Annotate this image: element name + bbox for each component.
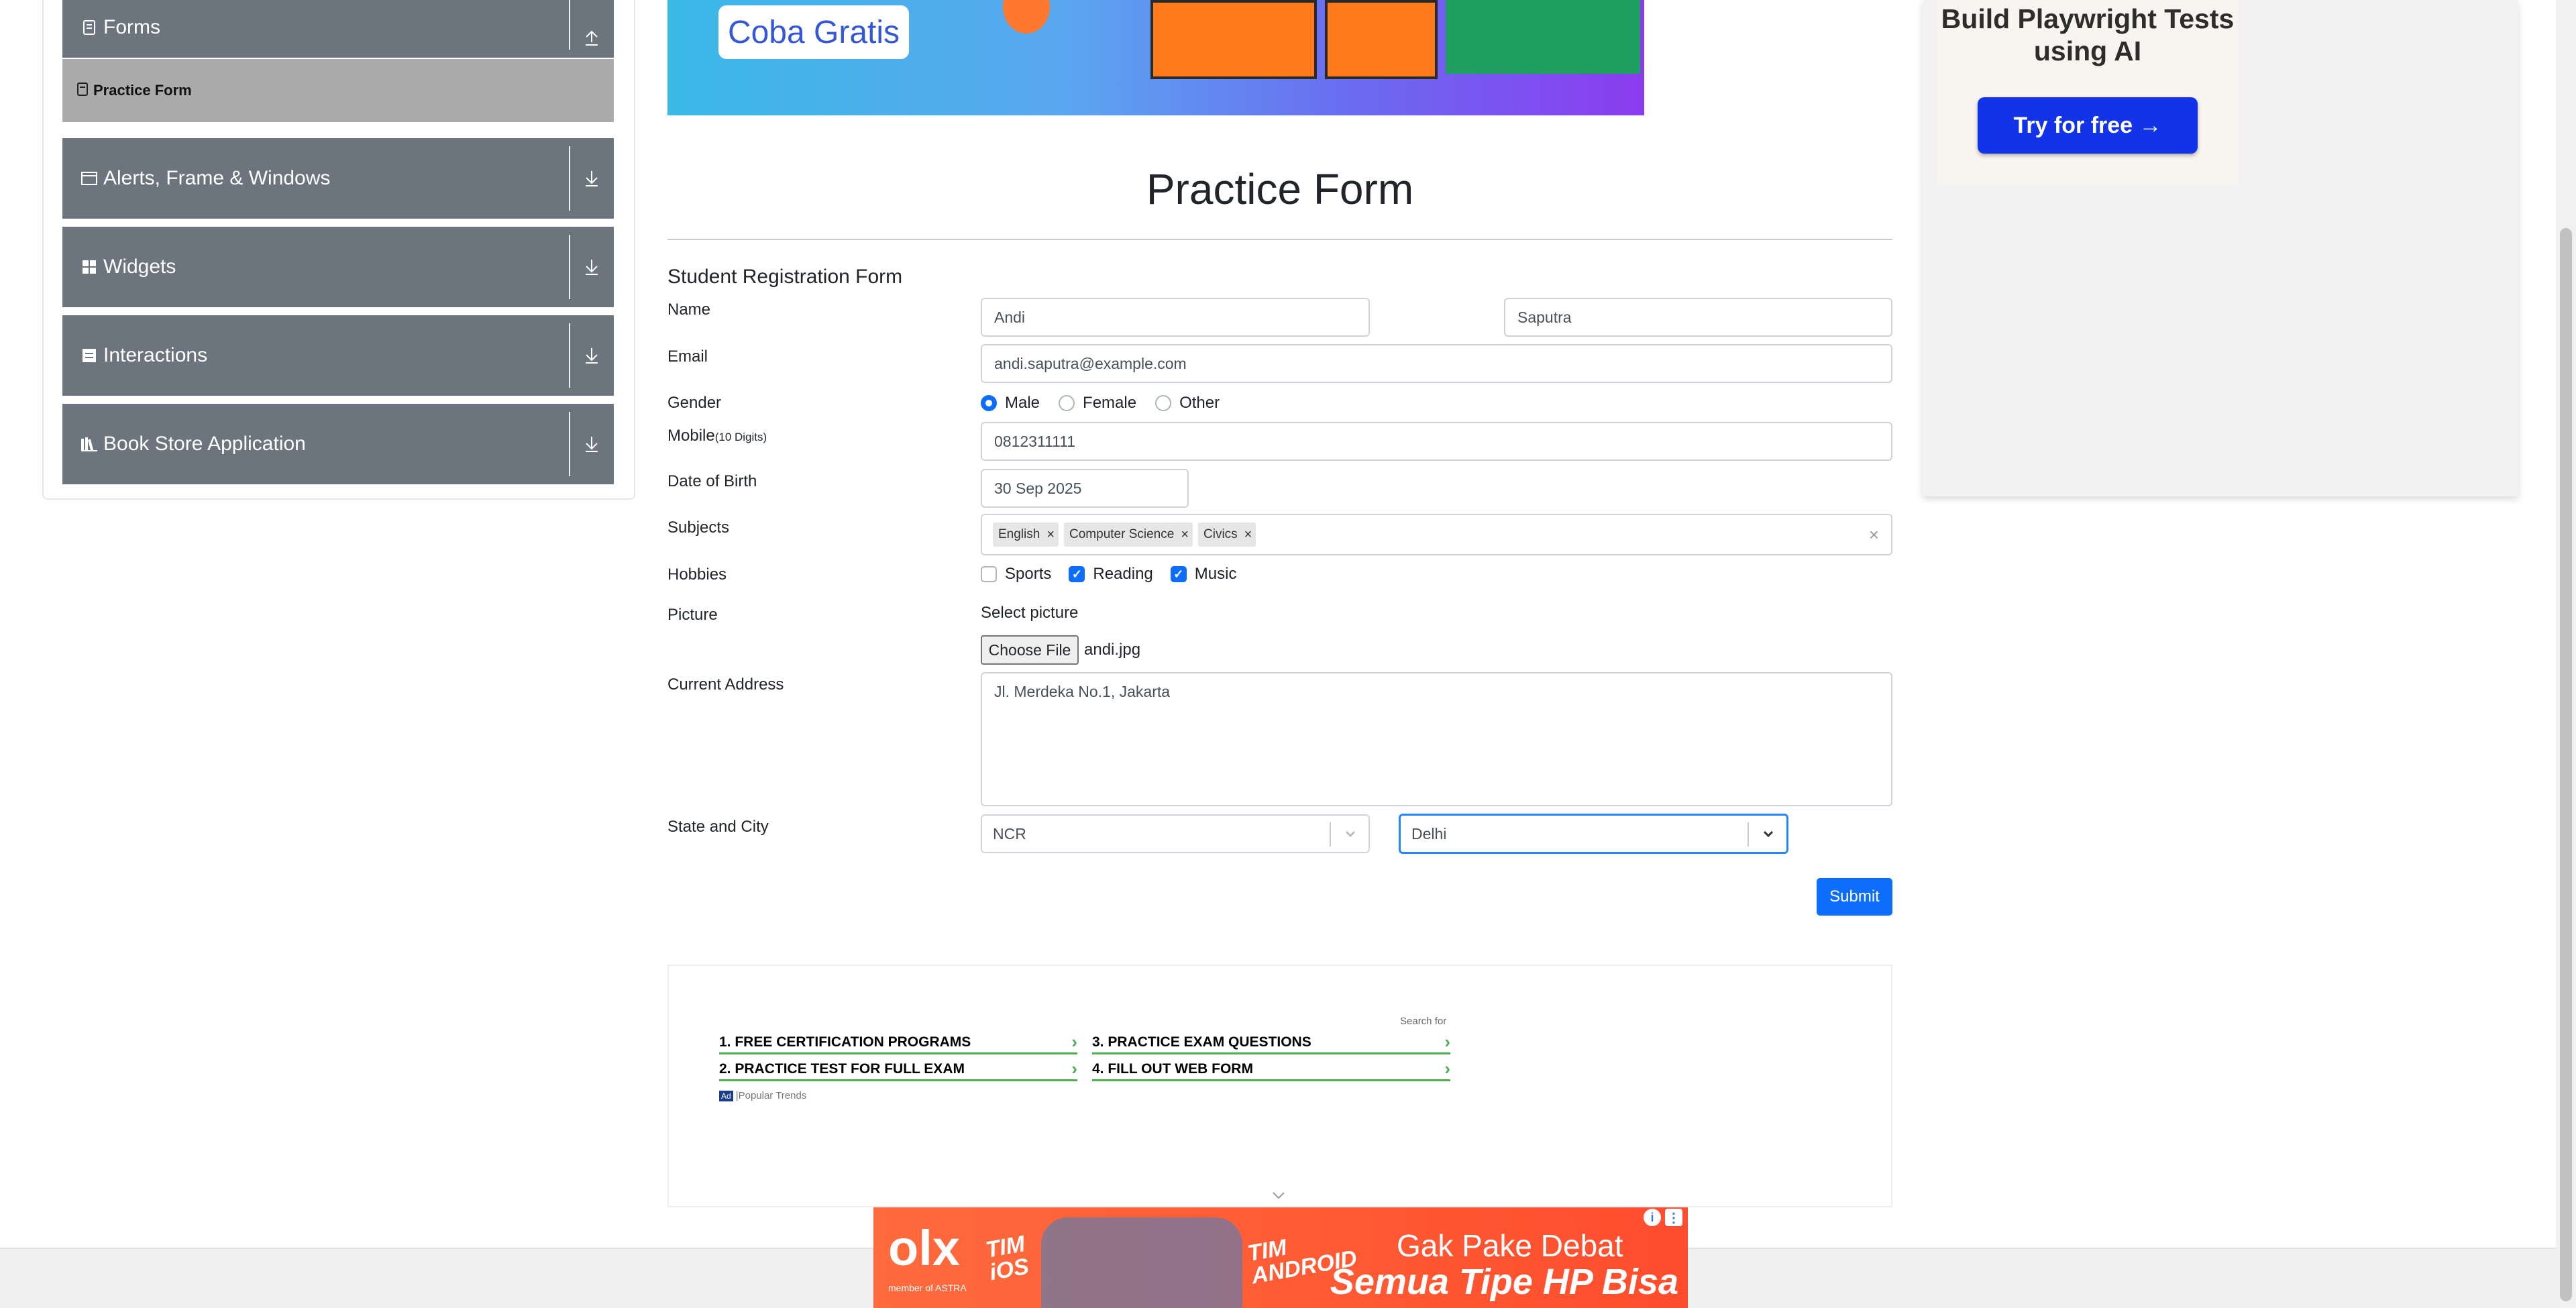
books-icon: [80, 435, 98, 453]
hobby-music-checkbox[interactable]: ✓ Music: [1170, 565, 1236, 584]
state-city-label: State and City: [667, 818, 769, 836]
subject-chip: English ×: [993, 523, 1059, 547]
remove-icon[interactable]: ×: [1244, 527, 1252, 543]
state-select[interactable]: NCR: [981, 814, 1370, 853]
first-name-input[interactable]: Andi: [981, 298, 1370, 337]
tim-ios-tag: TIM iOS: [983, 1231, 1031, 1286]
sidebar-group-label: Interactions: [103, 344, 208, 366]
window-icon: [80, 170, 98, 187]
last-name-input[interactable]: Saputra: [1504, 298, 1892, 337]
mobile-input[interactable]: 0812311111: [981, 422, 1892, 461]
sidebar-group-label: Widgets: [103, 256, 176, 278]
address-label: Current Address: [667, 675, 784, 694]
submit-button[interactable]: Submit: [1817, 878, 1892, 916]
chevron-down-icon: [1761, 826, 1776, 845]
mobile-label: Mobile(10 Digits): [667, 427, 767, 445]
chevron-down-icon[interactable]: [1271, 1191, 1286, 1203]
select-picture-label: Select picture: [981, 604, 1079, 622]
scrollbar-thumb[interactable]: [2560, 228, 2572, 1301]
sidebar-group-book-store[interactable]: Book Store Application: [62, 404, 614, 484]
dob-input[interactable]: 30 Sep 2025: [981, 469, 1189, 508]
ad-info-icon[interactable]: i: [1644, 1209, 1661, 1226]
clear-icon[interactable]: ×: [1869, 525, 1879, 545]
email-input[interactable]: andi.saputra@example.com: [981, 344, 1892, 383]
chevron-down-icon: [1343, 826, 1358, 845]
hobby-sports-checkbox[interactable]: Sports: [981, 565, 1051, 584]
sidebar-group-label: Forms: [103, 16, 160, 38]
remove-icon[interactable]: ×: [1181, 527, 1189, 543]
file-name: andi.jpg: [1084, 641, 1141, 659]
olx-subhead: Semua Tipe HP Bisa Didapat!: [1330, 1262, 1678, 1308]
ad-footer: Ad | Popular Trends: [719, 1090, 806, 1101]
gender-label: Gender: [667, 394, 722, 412]
ad-link[interactable]: 4. FILL OUT WEB FORM ›: [1092, 1058, 1450, 1081]
sidebar-group-alerts[interactable]: Alerts, Frame & Windows: [62, 138, 614, 219]
ad-link[interactable]: 1. FREE CERTIFICATION PROGRAMS ›: [719, 1032, 1077, 1054]
subject-chip: Computer Science ×: [1064, 523, 1193, 547]
sidebar-item-practice-form[interactable]: Practice Form: [62, 59, 614, 122]
page-title: Practice Form: [1146, 165, 1414, 213]
download-arrow-icon[interactable]: [570, 404, 614, 484]
hobby-reading-checkbox[interactable]: ✓ Reading: [1069, 565, 1153, 584]
olx-logo-sub: member of ASTRA: [888, 1283, 967, 1293]
hobbies-label: Hobbies: [667, 565, 727, 584]
choose-file-button[interactable]: Choose File: [981, 635, 1079, 665]
picture-label: Picture: [667, 606, 718, 624]
name-label: Name: [667, 301, 711, 319]
sidebar-group-interactions[interactable]: Interactions: [62, 315, 614, 396]
sidebar-group-label: Alerts, Frame & Windows: [103, 167, 331, 189]
olx-ad-banner[interactable]: olx member of ASTRA TIM iOS TIM ANDROID …: [873, 1207, 1688, 1308]
dob-label: Date of Birth: [667, 472, 757, 490]
ad-menu-icon[interactable]: ⋮: [1665, 1209, 1682, 1226]
mobile-hint: (10 Digits): [714, 431, 767, 443]
coba-gratis-button[interactable]: Coba Gratis: [718, 5, 909, 59]
ad-badge: Ad: [719, 1090, 733, 1101]
email-label: Email: [667, 347, 708, 366]
form-icon: [80, 19, 98, 36]
bottom-ad[interactable]: [667, 965, 1892, 1207]
search-for-label: Search for: [1400, 1016, 1447, 1027]
list-icon: [80, 347, 98, 364]
hobbies-group: Sports ✓ Reading ✓ Music: [981, 563, 1236, 585]
gender-radio-group: Male Female Other: [981, 392, 1220, 414]
current-address-textarea[interactable]: Jl. Merdeka No.1, Jakarta: [981, 672, 1892, 806]
olx-logo: olx: [888, 1220, 960, 1276]
gender-female-radio[interactable]: Female: [1059, 394, 1136, 413]
grid-icon: [80, 258, 98, 276]
sidebar-group-widgets[interactable]: Widgets: [62, 227, 614, 307]
sidebar-item-label: Practice Form: [93, 82, 192, 99]
ad-link[interactable]: 3. PRACTICE EXAM QUESTIONS ›: [1092, 1032, 1450, 1054]
download-arrow-icon[interactable]: [570, 315, 614, 396]
form-title: Student Registration Form: [667, 266, 903, 288]
download-arrow-icon[interactable]: [570, 227, 614, 307]
divider: [667, 239, 1892, 240]
ad-people-image: [1041, 1217, 1242, 1308]
sidebar-group-label: Book Store Application: [103, 433, 306, 455]
form-icon: [77, 82, 88, 99]
gender-male-radio[interactable]: Male: [981, 394, 1040, 413]
try-for-free-button[interactable]: Try for free →: [1978, 97, 2198, 154]
city-select[interactable]: Delhi: [1399, 814, 1788, 854]
gender-other-radio[interactable]: Other: [1155, 394, 1220, 413]
olx-headline: Gak Pake Debat: [1397, 1228, 1623, 1263]
sidebar-group-forms[interactable]: Forms: [62, 0, 614, 58]
subjects-label: Subjects: [667, 519, 730, 537]
ad-link[interactable]: 2. PRACTICE TEST FOR FULL EXAM ›: [719, 1058, 1077, 1081]
right-ad-title: Build Playwright Tests using AI: [1941, 3, 2235, 66]
remove-icon[interactable]: ×: [1046, 527, 1055, 543]
download-arrow-icon[interactable]: [570, 138, 614, 219]
subjects-input[interactable]: English × Computer Science × Civics × ×: [981, 514, 1892, 555]
subject-chip: Civics ×: [1198, 523, 1256, 547]
